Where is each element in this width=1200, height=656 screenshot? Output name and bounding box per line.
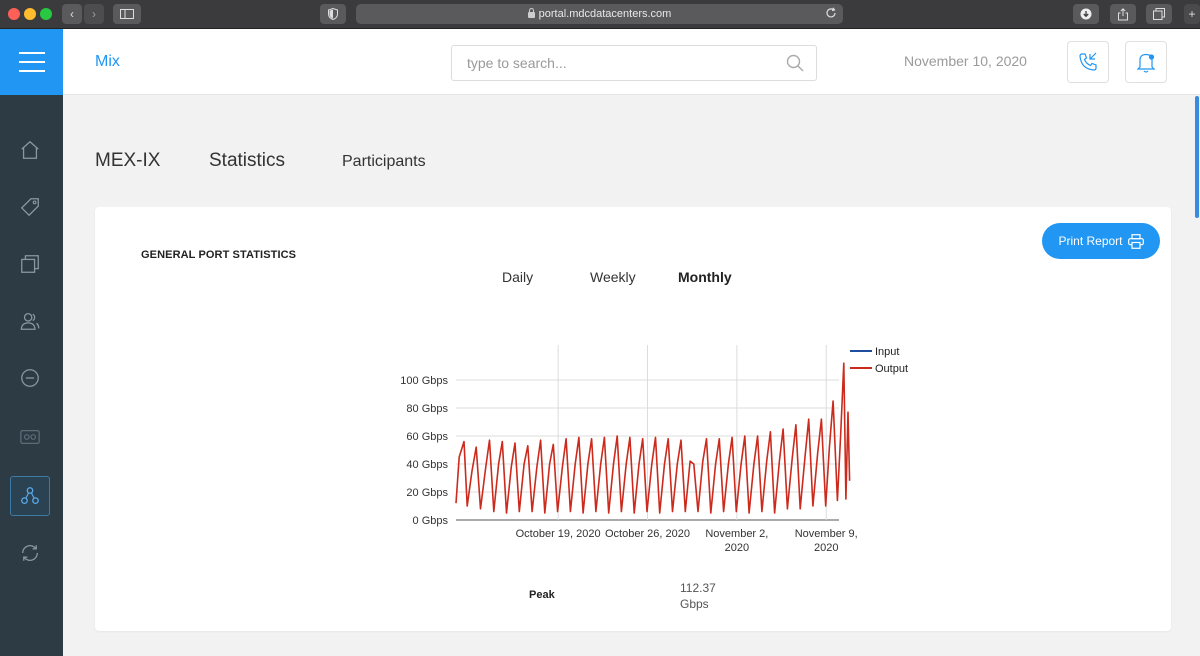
hamburger-line [18, 70, 45, 72]
address-bar[interactable]: portal.mdcdatacenters.com [356, 4, 843, 24]
back-button[interactable]: ‹ [62, 4, 82, 24]
y-tick-label: 60 Gbps [406, 431, 448, 443]
ports-icon [20, 429, 40, 445]
plus-icon: + [1188, 7, 1196, 21]
y-tick-label: 40 Gbps [406, 459, 448, 471]
bell-icon [1136, 53, 1156, 73]
lock-icon [527, 8, 535, 18]
sidebar-icon [120, 9, 134, 19]
network-icon [21, 487, 39, 504]
search-input[interactable] [452, 46, 772, 80]
y-tick-label: 80 Gbps [406, 403, 448, 415]
legend-label-output: Output [875, 363, 908, 375]
call-button[interactable] [1067, 41, 1109, 83]
chevron-left-icon: ‹ [70, 7, 74, 21]
notifications-button[interactable] [1125, 41, 1167, 83]
browser-chrome: ‹ › portal.mdcdatacenters.com + [0, 0, 1200, 29]
sidebar-item-home[interactable] [10, 130, 50, 170]
port-statistics-chart: 100 Gbps 80 Gbps 60 Gbps 40 Gbps 20 Gbps 0 Gb… [400, 345, 908, 554]
tabs-icon [1153, 8, 1165, 20]
top-header: Mix November 10, 2020 [63, 29, 1200, 95]
home-icon [21, 140, 39, 159]
menu-toggle-button[interactable] [0, 29, 63, 95]
sidebar-item-network[interactable] [10, 476, 50, 516]
privacy-shield-button[interactable] [320, 4, 346, 24]
copy-icon [21, 255, 39, 273]
zoom-window-button[interactable] [40, 8, 52, 20]
x-tick-label: October 26, 2020 [605, 528, 690, 540]
close-window-button[interactable] [8, 8, 20, 20]
sidebar-item-refresh[interactable] [10, 533, 50, 573]
peak-value: 112.37 Gbps [680, 581, 716, 611]
sidebar-item-ports[interactable] [10, 417, 50, 457]
sidebar-item-tags[interactable] [10, 187, 50, 227]
sidebar-toggle-button[interactable] [113, 4, 141, 24]
statistics-card: GENERAL PORT STATISTICS Print Report Dai… [95, 207, 1171, 631]
shield-icon [328, 8, 338, 20]
minus-circle-icon [21, 369, 39, 387]
tab-participants[interactable]: Participants [342, 153, 426, 171]
x-tick-label: October 19, 2020 [516, 528, 601, 540]
current-date: November 10, 2020 [904, 53, 1027, 69]
x-tick-label: 2020 [814, 542, 838, 554]
sidebar-item-users[interactable] [10, 301, 50, 341]
hamburger-line [18, 61, 45, 63]
search-icon[interactable] [786, 54, 804, 72]
share-button[interactable] [1110, 4, 1136, 24]
tag-icon [20, 198, 39, 217]
page-scrollbar[interactable] [1195, 96, 1199, 218]
brand-title[interactable]: Mix [95, 53, 120, 71]
phone-icon [1079, 52, 1097, 71]
series-line-output [455, 362, 851, 514]
tabs-overview-button[interactable] [1146, 4, 1172, 24]
y-tick-label: 0 Gbps [413, 515, 449, 527]
forward-button[interactable]: › [84, 4, 104, 24]
share-icon [1118, 7, 1128, 20]
tab-site[interactable]: MEX-IX [95, 150, 160, 172]
chevron-right-icon: › [92, 7, 96, 21]
tab-statistics[interactable]: Statistics [209, 150, 285, 172]
y-tick-label: 20 Gbps [406, 487, 448, 499]
new-tab-button[interactable]: + [1184, 4, 1200, 24]
minimize-window-button[interactable] [24, 8, 36, 20]
x-tick-label: 2020 [725, 542, 749, 554]
sidebar-item-minus[interactable] [10, 358, 50, 398]
y-tick-label: 100 Gbps [400, 375, 448, 387]
x-tick-label: November 2, [705, 528, 768, 540]
search-box [451, 45, 817, 81]
refresh-icon [22, 545, 38, 561]
legend-label-input: Input [875, 346, 899, 358]
reload-icon[interactable] [825, 7, 837, 19]
sidebar-item-copy[interactable] [10, 244, 50, 284]
url-text: portal.mdcdatacenters.com [538, 8, 672, 20]
hamburger-icon [18, 52, 45, 54]
peak-label: Peak [529, 589, 555, 601]
downloads-button[interactable] [1073, 4, 1099, 24]
sidebar [0, 29, 63, 656]
download-icon [1080, 8, 1092, 20]
users-icon [20, 313, 40, 330]
x-tick-label: November 9, [795, 528, 858, 540]
